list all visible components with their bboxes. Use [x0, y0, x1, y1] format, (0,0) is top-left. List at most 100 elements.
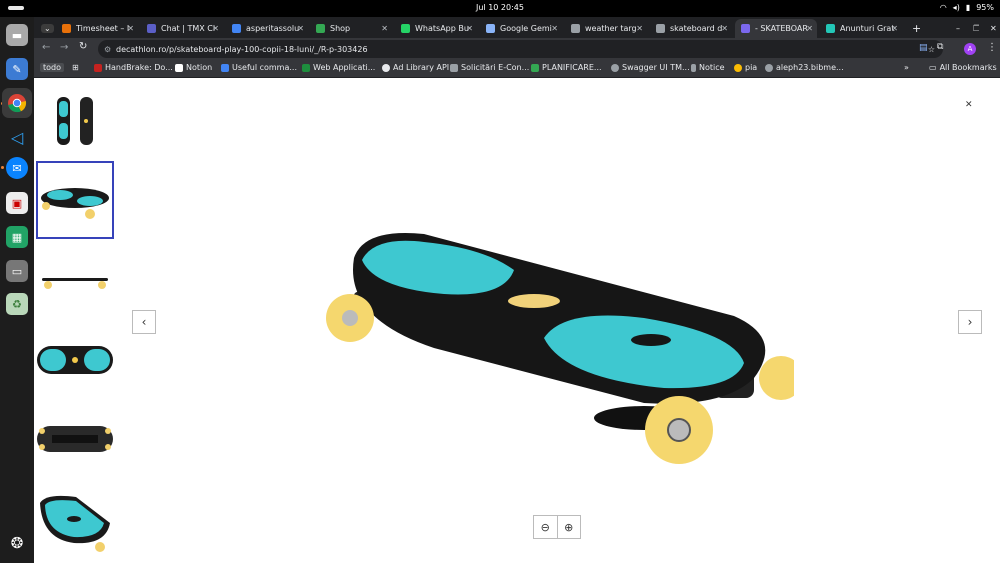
screenshot-icon[interactable]: ▣	[6, 192, 28, 214]
vscode-icon[interactable]: ◁	[6, 126, 28, 148]
skateboard-product-image	[326, 233, 794, 464]
site-info-icon[interactable]: ⚙	[104, 45, 111, 54]
tab-9[interactable]: - SKATEBOAR ✕	[735, 19, 817, 38]
bookmark-planificare[interactable]: PLANIFICARE...	[531, 63, 602, 72]
handbrake-icon	[94, 63, 102, 72]
spreadsheet-icon[interactable]: ▦	[6, 226, 28, 248]
text-editor-icon[interactable]: ✎	[6, 58, 28, 80]
address-text: decathlon.ro/p/skateboard-play-100-copii…	[116, 44, 368, 54]
tab-favicon-icon	[826, 24, 835, 33]
tab-8[interactable]: skateboard d ✕	[650, 19, 732, 38]
globe-icon	[611, 63, 619, 72]
tab-close-icon[interactable]: ✕	[636, 24, 643, 33]
bookmark-aleph[interactable]: aleph23.bibme...	[765, 63, 844, 72]
bookmark-todo[interactable]: todo	[40, 63, 65, 72]
sheet-icon	[302, 63, 310, 72]
tab-close-icon[interactable]: ✕	[381, 24, 388, 33]
close-window-button[interactable]: ✕	[984, 19, 996, 38]
tab-close-icon[interactable]: ✕	[297, 24, 304, 33]
bookmark-star-icon[interactable]: ☆	[928, 45, 935, 54]
back-icon[interactable]: ←	[42, 42, 50, 53]
tab-close-icon[interactable]: ✕	[127, 24, 134, 33]
all-bookmarks-button[interactable]: ▭ All Bookmarks	[929, 63, 997, 72]
doc-icon	[221, 63, 229, 72]
bank-icon	[450, 63, 458, 72]
zoom-out-button[interactable]: ⊖	[534, 516, 557, 538]
menu-icon[interactable]: ⋮	[987, 42, 997, 53]
thumbnail-bottom-view[interactable]	[36, 400, 114, 478]
profile-avatar[interactable]: A	[964, 43, 976, 55]
tab-close-icon[interactable]: ✕	[466, 24, 473, 33]
extensions-icon[interactable]: ⧉	[937, 42, 943, 52]
bookmark-notice[interactable]: Notice	[691, 63, 725, 72]
close-viewer-icon[interactable]: ✕	[965, 100, 973, 110]
system-tray[interactable]: ◠ ◂) ▮ 95%	[940, 3, 994, 12]
chevron-right-icon: ›	[967, 315, 973, 329]
tab-5[interactable]: WhatsApp Bu ✕	[395, 19, 477, 38]
system-clock[interactable]: Jul 10 20:45	[0, 3, 1000, 12]
chevron-down-icon: ⌄	[41, 24, 54, 33]
tab-favicon-icon	[656, 24, 665, 33]
wifi-icon: ◠	[939, 3, 947, 12]
tab-4[interactable]: Shop ✕	[310, 19, 392, 38]
tab-favicon-icon	[232, 24, 241, 33]
bookmark-notion[interactable]: Notion	[175, 63, 212, 72]
more-bookmarks-icon[interactable]: »	[904, 63, 909, 72]
thumbnail-deck-closeup[interactable]	[36, 479, 114, 557]
pia-icon	[734, 63, 742, 72]
chrome-icon[interactable]	[2, 88, 32, 118]
apps-grid-icon[interactable]: ⊞	[72, 63, 79, 72]
reload-icon[interactable]: ↻	[79, 41, 87, 52]
tab-6[interactable]: Google Gemi ✕	[480, 19, 562, 38]
tab-favicon-icon	[62, 24, 71, 33]
address-bar[interactable]: ⚙ decathlon.ro/p/skateboard-play-100-cop…	[98, 40, 943, 58]
previous-image-button[interactable]: ‹	[132, 310, 156, 334]
tab-close-icon[interactable]: ✕	[212, 24, 219, 33]
volume-icon: ◂)	[952, 3, 960, 12]
translate-icon[interactable]: ▤	[919, 43, 928, 53]
bookmark-web-applications[interactable]: Web Applicati...	[302, 63, 375, 72]
sheet-icon	[531, 63, 539, 72]
minimize-button[interactable]: –	[950, 19, 962, 38]
thunderbird-icon[interactable]: ✉	[6, 157, 28, 179]
bookmark-solicitari[interactable]: Solicitări E-Con...	[450, 63, 529, 72]
tab-10[interactable]: Anunturi Grat ✕	[820, 19, 902, 38]
system-top-bar: Jul 10 20:45 ◠ ◂) ▮ 95%	[0, 0, 1000, 17]
thumbnail-side-view[interactable]	[36, 243, 114, 321]
folder-icon: ▭	[929, 63, 937, 72]
zoom-in-icon: ⊕	[564, 520, 574, 534]
removable-drive-icon[interactable]: ▭	[6, 260, 28, 282]
new-tab-button[interactable]: +	[906, 19, 920, 38]
bookmark-pia[interactable]: pia	[734, 63, 757, 72]
tab-favicon-icon	[571, 24, 580, 33]
tab-close-icon[interactable]: ✕	[891, 24, 898, 33]
maximize-button[interactable]: ❐	[967, 19, 979, 38]
bookmark-ad-library[interactable]: Ad Library API	[382, 63, 449, 72]
forward-icon[interactable]: →	[60, 42, 68, 53]
tab-close-icon[interactable]: ✕	[806, 24, 813, 33]
show-apps-icon[interactable]: ❂	[6, 532, 28, 554]
zoom-out-icon: ⊖	[540, 520, 550, 534]
tab-2[interactable]: Chat | TMX Cl ✕	[141, 19, 223, 38]
tab-search-button[interactable]: ⌄	[37, 19, 55, 38]
thumbnail-top-view[interactable]	[36, 321, 114, 399]
product-image-viewer: ‹ › ✕ ⊖ ⊕	[34, 78, 1000, 563]
trash-icon[interactable]: ♻	[6, 293, 28, 315]
next-image-button[interactable]: ›	[958, 310, 982, 334]
bookmark-swagger[interactable]: Swagger UI TM...	[611, 63, 690, 72]
meta-icon	[382, 63, 390, 72]
zoom-in-button[interactable]: ⊕	[556, 516, 581, 538]
thumbnail-angled-view[interactable]	[36, 161, 114, 239]
tab-1[interactable]: Timesheet – I ✕	[56, 19, 138, 38]
thumbnail-front-view[interactable]	[36, 82, 114, 160]
chevron-left-icon: ‹	[141, 315, 147, 329]
bookmark-handbrake[interactable]: HandBrake: Do...	[94, 63, 173, 72]
bookmarks-bar: todo ⊞ HandBrake: Do... Notion Useful co…	[34, 60, 1000, 78]
zoom-controls: ⊖ ⊕	[533, 515, 581, 539]
tab-close-icon[interactable]: ✕	[551, 24, 558, 33]
tab-3[interactable]: asperitassolu ✕	[226, 19, 308, 38]
tab-close-icon[interactable]: ✕	[721, 24, 728, 33]
bookmark-useful-commands[interactable]: Useful comma...	[221, 63, 297, 72]
tab-7[interactable]: weather targ ✕	[565, 19, 647, 38]
files-icon[interactable]: ▬	[6, 24, 28, 46]
